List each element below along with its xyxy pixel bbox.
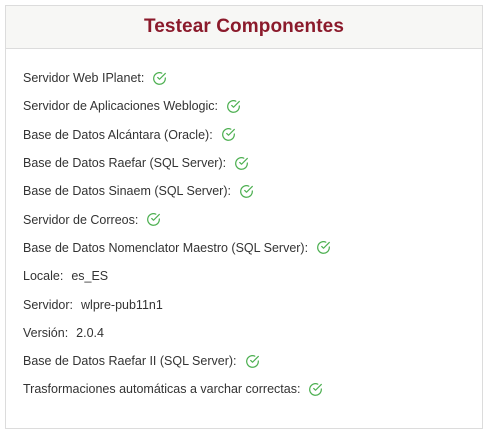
status-label: Base de Datos Nomenclator Maestro (SQL S… xyxy=(23,240,309,255)
panel-title: Testear Componentes xyxy=(143,16,345,37)
status-value: 2.0.4 xyxy=(76,325,104,340)
status-row: Servidor Web IPlanet: xyxy=(23,64,472,92)
status-row: Base de Datos Alcántara (Oracle): xyxy=(23,121,472,149)
check-circle-icon xyxy=(152,71,167,86)
status-row: Base de Datos Raefar II (SQL Server): xyxy=(23,347,472,375)
check-circle-icon xyxy=(245,354,260,369)
check-circle-icon xyxy=(308,382,323,397)
status-row: Locale: es_ES xyxy=(23,262,472,290)
status-label: Trasformaciones automáticas a varchar co… xyxy=(23,382,301,397)
status-row: Base de Datos Raefar (SQL Server): xyxy=(23,149,472,177)
status-label: Servidor de Aplicaciones Weblogic: xyxy=(23,99,219,114)
status-label: Base de Datos Sinaem (SQL Server): xyxy=(23,184,231,199)
status-row: Servidor: wlpre-pub11n1 xyxy=(23,290,472,318)
status-value: es_ES xyxy=(71,269,109,284)
check-circle-icon xyxy=(234,156,249,171)
check-circle-icon xyxy=(146,212,161,227)
status-row: Base de Datos Sinaem (SQL Server): xyxy=(23,177,472,205)
status-row: Servidor de Aplicaciones Weblogic: xyxy=(23,92,472,120)
status-label: Servidor: xyxy=(23,297,74,312)
status-label: Versión: xyxy=(23,325,69,340)
status-row: Versión: 2.0.4 xyxy=(23,319,472,347)
status-row: Trasformaciones automáticas a varchar co… xyxy=(23,375,472,403)
status-row: Base de Datos Nomenclator Maestro (SQL S… xyxy=(23,234,472,262)
check-circle-icon xyxy=(239,184,254,199)
status-label: Locale: xyxy=(23,269,64,284)
status-label: Base de Datos Raefar (SQL Server): xyxy=(23,156,227,171)
status-row: Servidor de Correos: xyxy=(23,205,472,233)
status-label: Base de Datos Alcántara (Oracle): xyxy=(23,127,213,142)
check-circle-icon xyxy=(226,99,241,114)
panel-header: Testear Componentes xyxy=(6,6,482,49)
status-label: Base de Datos Raefar II (SQL Server): xyxy=(23,354,237,369)
check-circle-icon xyxy=(221,127,236,142)
status-label: Servidor de Correos: xyxy=(23,212,139,227)
test-components-panel: Testear Componentes Servidor Web IPlanet… xyxy=(5,5,483,429)
status-value: wlpre-pub11n1 xyxy=(81,297,163,312)
status-label: Servidor Web IPlanet: xyxy=(23,71,145,86)
component-status-list: Servidor Web IPlanet: Servidor de Aplicac… xyxy=(23,64,472,404)
check-circle-icon xyxy=(316,240,331,255)
